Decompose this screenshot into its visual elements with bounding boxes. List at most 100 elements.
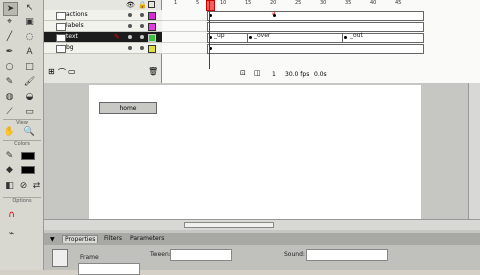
timeline-panel: 👁 🔒 actions labels text ✎ bg ⊞ ⌒ ▭ 🗑 1 5… [44,0,480,83]
black-white-icon[interactable]: ◧ [3,180,16,192]
layer-name: actions [66,11,88,18]
ruler-tick: 15 [245,0,252,6]
pen-tool-icon[interactable]: ✒ [3,46,16,58]
rect-tool-icon[interactable]: □ [23,61,36,73]
keyframe[interactable] [344,36,347,39]
snap-magnet-icon[interactable]: ∩ [5,209,18,221]
layer-list: 👁 🔒 actions labels text ✎ bg ⊞ ⌒ ▭ 🗑 [44,0,162,83]
layer-icon [56,12,66,20]
keyframe[interactable] [249,36,252,39]
frame-span[interactable] [207,44,424,54]
layer-row-bg[interactable]: bg [44,43,162,54]
stage-area: home [44,83,480,233]
frame-name-input[interactable] [78,263,140,275]
center-frame-icon[interactable]: ⊡ [240,69,250,79]
text-tool-icon[interactable]: A [23,46,36,58]
frame-row-bg[interactable] [162,43,424,54]
gradient-tool-icon[interactable]: ▣ [23,16,36,28]
stroke-color-swatch[interactable] [21,152,35,160]
subselect-tool-icon[interactable]: ↖ [23,2,36,14]
outline-color-box[interactable] [148,34,156,42]
visibility-dot[interactable] [128,24,132,28]
tab-properties[interactable]: Properties [62,235,99,243]
ruler-tick: 40 [370,0,377,6]
ruler-tick: 30 [320,0,327,6]
visibility-dot[interactable] [128,35,132,39]
outline-color-box[interactable] [148,12,156,20]
frame-rate-readout: 30.0 fps [285,71,310,78]
eye-column-icon[interactable]: 👁 [126,1,135,9]
eraser-tool-icon[interactable]: ▭ [23,106,36,118]
layer-icon [56,23,66,31]
no-color-icon[interactable]: ⊘ [17,180,30,192]
delete-layer-icon[interactable]: 🗑 [148,67,158,76]
ruler-tick: 25 [295,0,302,6]
hand-tool-icon[interactable]: ✋ [3,126,16,138]
home-button[interactable]: home [99,102,157,114]
layer-row-labels[interactable]: labels [44,21,162,32]
frame-row-text[interactable]: _up _over _out [162,32,424,43]
outline-color-box[interactable] [148,23,156,31]
add-guide-layer-icon[interactable]: ⌒ [58,67,66,78]
tab-parameters[interactable]: Parameters [130,235,164,242]
free-transform-tool-icon[interactable]: ⌖ [3,16,16,28]
lock-dot[interactable] [140,35,144,39]
onion-skin-icon[interactable]: ◫ [254,69,264,79]
scrollbar-thumb[interactable] [184,222,274,228]
eyedropper-tool-icon[interactable]: ⟋ [3,106,16,118]
vertical-scrollbar[interactable] [468,83,480,219]
playhead-line [209,0,210,69]
properties-tab-bar: ▼ Properties Filters Parameters [44,233,480,245]
visibility-dot[interactable] [128,46,132,50]
frame-label: _out [350,32,363,39]
collapse-arrow-icon[interactable]: ▼ [50,236,55,243]
horizontal-scrollbar[interactable] [44,219,480,230]
fill-color-icon[interactable]: ◆ [3,164,16,176]
layer-name: labels [66,22,84,29]
frame-label: _over [254,32,271,39]
brush-tool-icon[interactable]: 🖌 [23,76,36,88]
frame-row-actions[interactable]: a [162,10,424,21]
sound-select[interactable] [306,249,388,261]
tab-filters[interactable]: Filters [104,235,122,242]
frame-span[interactable] [207,22,424,32]
frame-span[interactable] [207,11,424,21]
lock-dot[interactable] [140,46,144,50]
toolbox: ➤ ↖ ⌖ ▣ ╱ ◌ ✒ A ○ □ ✎ 🖌 ◍ ◒ ⟋ ▭ View ✋ 🔍… [0,0,44,270]
stroke-color-icon[interactable]: ✎ [3,150,16,162]
layer-row-actions[interactable]: actions [44,10,162,21]
outline-color-box[interactable] [148,45,156,53]
zoom-tool-icon[interactable]: 🔍 [23,126,36,138]
line-tool-icon[interactable]: ╱ [3,31,16,43]
frame-label-text: Frame [80,254,99,261]
layer-row-text[interactable]: text ✎ [44,32,162,43]
lasso-tool-icon[interactable]: ◌ [23,31,36,43]
ruler-tick: 10 [220,0,227,6]
stage-canvas[interactable]: home [89,85,421,222]
arrow-tool-icon[interactable]: ➤ [3,2,18,16]
insert-folder-icon[interactable]: ▭ [68,67,76,76]
frame-row-labels[interactable] [162,21,424,32]
insert-layer-icon[interactable]: ⊞ [48,67,55,76]
playhead-handle[interactable] [206,0,215,11]
ruler-tick: 20 [270,0,277,6]
pencil-tool-icon[interactable]: ✎ [3,76,16,88]
tween-select[interactable] [170,249,232,261]
oval-tool-icon[interactable]: ○ [3,61,16,73]
ruler-tick: 35 [345,0,352,6]
ink-bottle-tool-icon[interactable]: ◍ [3,91,16,103]
fill-color-swatch[interactable] [21,166,35,174]
layer-icon [56,45,66,53]
paint-bucket-tool-icon[interactable]: ◒ [23,91,36,103]
options-section-label: Options [12,198,32,204]
lock-dot[interactable] [140,24,144,28]
lock-dot[interactable] [140,13,144,17]
visibility-dot[interactable] [128,13,132,17]
lock-column-icon[interactable]: 🔒 [138,1,147,9]
layer-name: text [66,33,78,40]
outline-column-icon[interactable] [148,1,155,8]
current-frame-readout: 1 [272,71,276,78]
swap-colors-icon[interactable]: ⇄ [30,180,43,192]
keyframe[interactable] [273,14,276,17]
smooth-option-icon[interactable]: ⌁ [5,228,18,240]
